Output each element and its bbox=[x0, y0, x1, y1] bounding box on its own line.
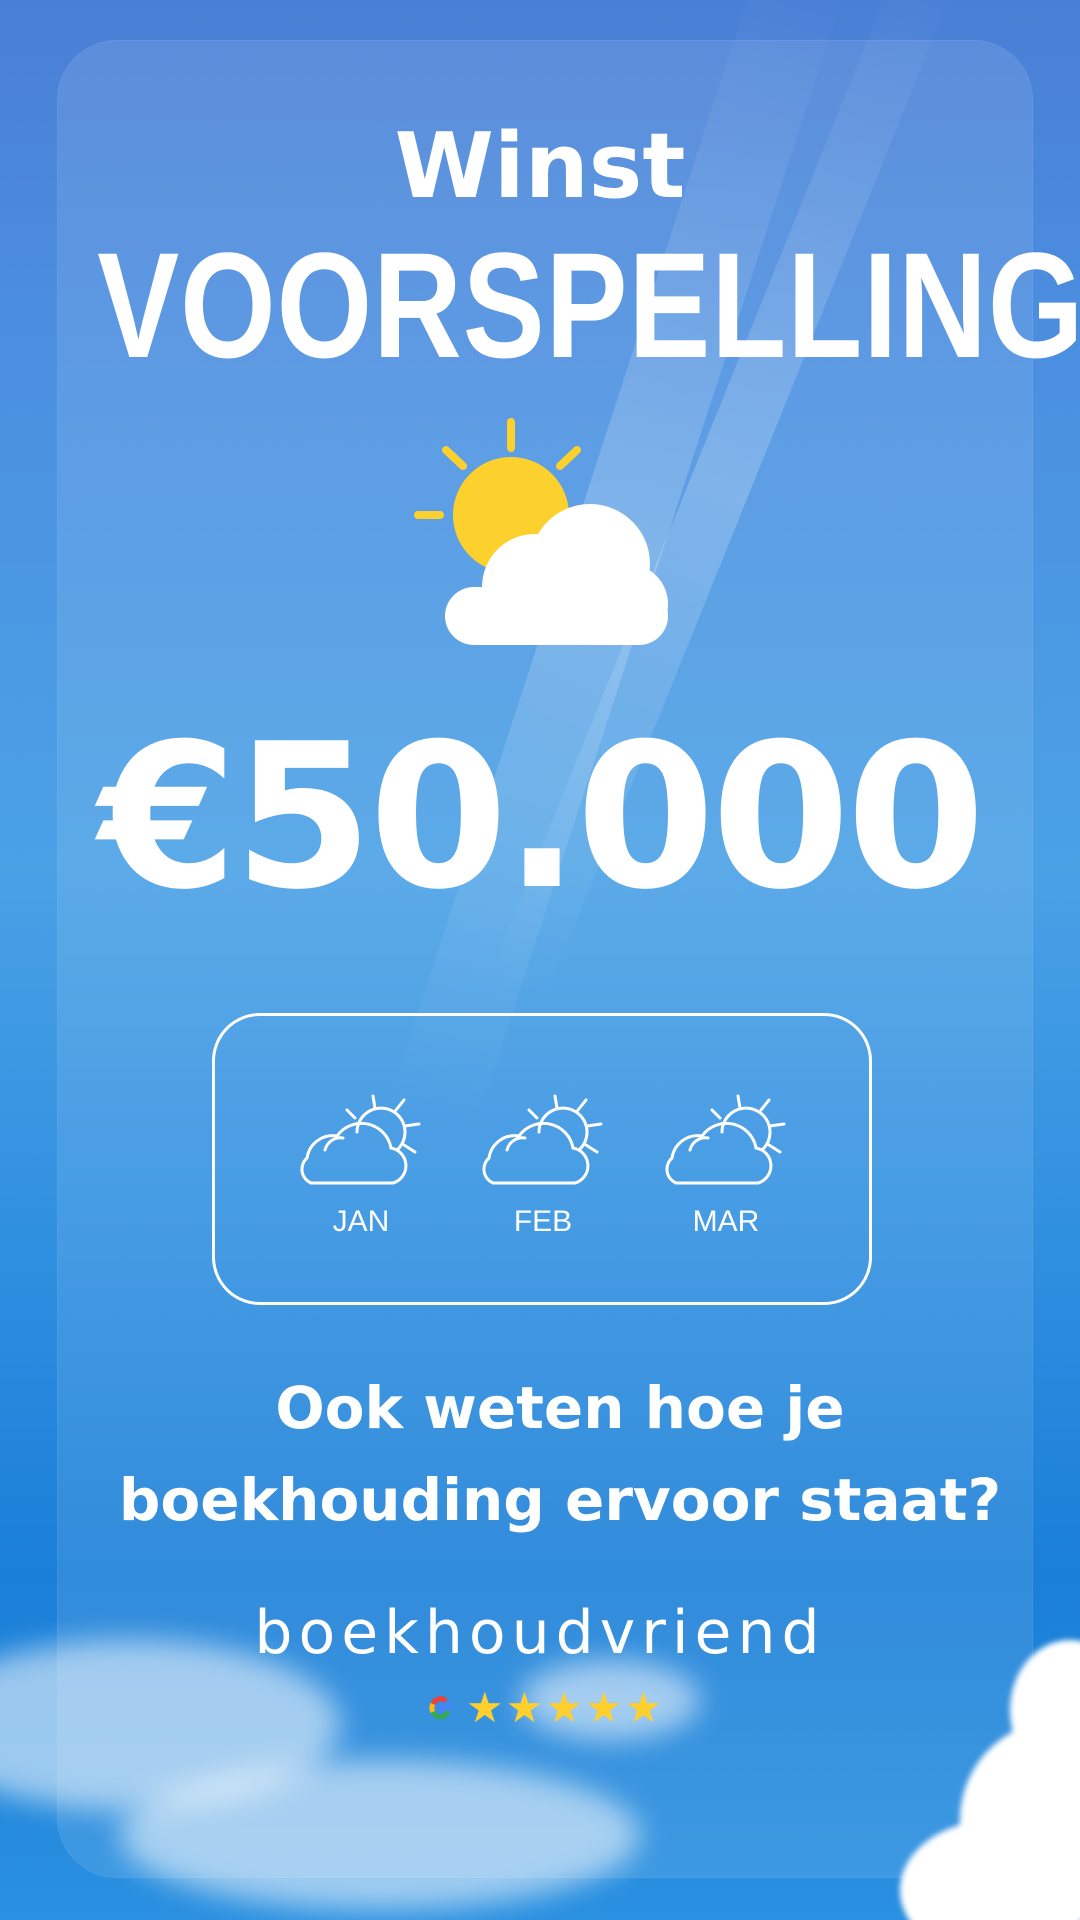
monthly-forecast-box: JAN FEB MAR bbox=[212, 1013, 872, 1305]
partly-cloudy-icon bbox=[665, 1094, 786, 1185]
star-icon: ★ bbox=[505, 1684, 544, 1731]
cta-question-line2: boekhouding ervoor staat? bbox=[118, 1466, 1002, 1534]
sun-behind-cloud-icon bbox=[414, 418, 668, 645]
cta-question: Ook weten hoe je boekhouding ervoor staa… bbox=[0, 1362, 1080, 1546]
partly-cloudy-icon bbox=[300, 1094, 421, 1185]
google-rating: ★ ★ ★ ★ ★ bbox=[424, 1684, 663, 1731]
month-label: JAN bbox=[332, 1205, 390, 1238]
month-jan: JAN bbox=[291, 1088, 431, 1242]
month-label: FEB bbox=[513, 1205, 573, 1238]
month-feb: FEB bbox=[473, 1088, 613, 1242]
partly-cloudy-icon bbox=[482, 1094, 603, 1185]
title-winst: Winst bbox=[394, 114, 686, 219]
star-icon: ★ bbox=[624, 1684, 663, 1731]
google-icon bbox=[429, 1696, 453, 1720]
star-icon: ★ bbox=[466, 1684, 504, 1731]
star-icon: ★ bbox=[545, 1684, 583, 1731]
month-label: MAR bbox=[692, 1205, 760, 1238]
cta-question-line1: Ook weten hoe je bbox=[275, 1374, 845, 1442]
star-icon: ★ bbox=[584, 1684, 623, 1731]
profit-amount: €50.000 bbox=[98, 701, 986, 934]
title-voorspelling: VOORSPELLING bbox=[97, 221, 1080, 389]
month-mar: MAR bbox=[656, 1088, 796, 1242]
brand-logo: boekhoudvriend bbox=[254, 1598, 826, 1668]
